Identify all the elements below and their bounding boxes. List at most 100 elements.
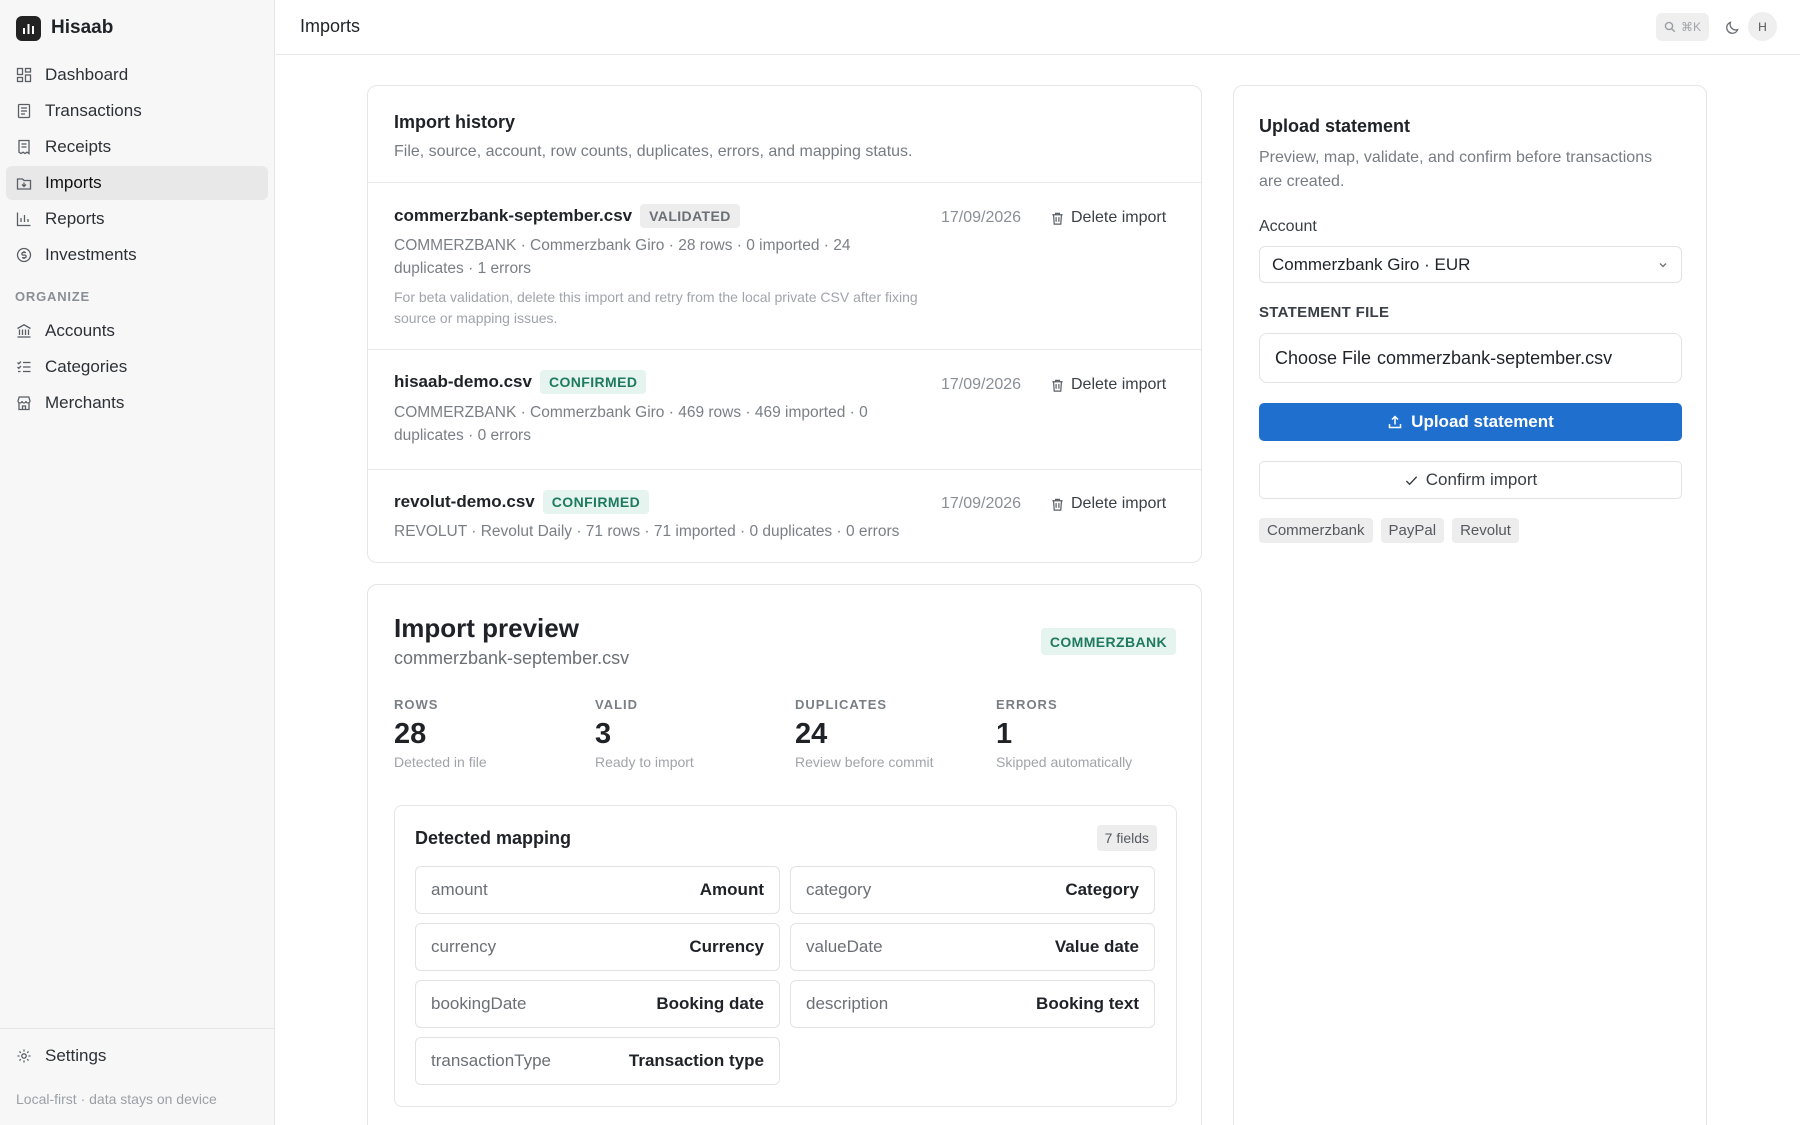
upload-icon [1388, 415, 1402, 429]
status-badge: CONFIRMED [539, 370, 647, 394]
upload-statement-subtitle: Preview, map, validate, and confirm befo… [1259, 149, 1653, 190]
import-file-name: commerzbank-september.csv [394, 206, 633, 225]
mapping-field: bookingDate Booking date [415, 980, 780, 1028]
stat-duplicates: DUPLICATES 24 Review before commit [795, 697, 985, 770]
import-date: 17/09/2026 [941, 376, 1022, 393]
sidebar-item-label: Dashboard [45, 65, 129, 84]
confirm-import-button[interactable]: Confirm import [1259, 461, 1682, 499]
import-history-subtitle: File, source, account, row counts, dupli… [394, 143, 913, 160]
import-row-title: commerzbank-september.csv VALIDATED [394, 204, 740, 228]
account-select-value: Commerzbank Giro · EUR [1272, 254, 1471, 274]
search-shortcut: ⌘K [1680, 20, 1701, 34]
sidebar-item-dashboard[interactable]: Dashboard [6, 58, 268, 92]
settings-nav: Settings [6, 1039, 268, 1075]
mapping-field: amount Amount [415, 866, 780, 914]
mapping-source: transactionType [431, 1051, 552, 1070]
avatar[interactable]: H [1748, 12, 1777, 41]
sidebar-item-receipts[interactable]: Receipts [6, 130, 268, 164]
import-row-title: hisaab-demo.csv CONFIRMED [394, 370, 647, 394]
sidebar-footer: Settings [0, 1028, 275, 1065]
stat-valid: VALID 3 Ready to import [595, 697, 785, 770]
search-button[interactable]: ⌘K [1656, 13, 1709, 41]
sidebar-item-settings[interactable]: Settings [6, 1039, 268, 1073]
detected-mapping-panel: Detected mapping 7 fields amount Amount … [394, 805, 1177, 1107]
dashboard-icon [16, 67, 32, 83]
trash-icon [1052, 379, 1063, 392]
delete-import-button[interactable]: Delete import [1050, 376, 1166, 394]
sidebar-item-label: Categories [45, 357, 128, 376]
source-chip-revolut[interactable]: Revolut [1452, 518, 1519, 543]
sidebar-item-label: Reports [45, 209, 105, 228]
stat-value: 24 [795, 718, 828, 750]
sidebar-item-label: Settings [45, 1046, 107, 1065]
import-preview-file: commerzbank-september.csv [394, 648, 630, 668]
theme-toggle-button[interactable] [1719, 14, 1745, 40]
dollar-circle-icon [16, 247, 32, 263]
import-date: 17/09/2026 [941, 495, 1022, 512]
gear-icon [17, 1049, 31, 1063]
stat-value: 28 [394, 718, 427, 750]
mapping-field: transactionType Transaction type [415, 1037, 780, 1085]
statement-file-label: STATEMENT FILE [1259, 304, 1390, 321]
sidebar-item-reports[interactable]: Reports [6, 202, 268, 236]
sidebar-item-transactions[interactable]: Transactions [6, 94, 268, 128]
sidebar-item-label: Receipts [45, 137, 112, 156]
main-nav: Dashboard Transactions Receipts Imports … [6, 58, 268, 274]
upload-statement-label: Upload statement [1411, 412, 1554, 431]
import-history-header: Import history File, source, account, ro… [394, 112, 912, 161]
choose-file-button[interactable]: Choose File [1275, 348, 1371, 369]
source-chip-paypal[interactable]: PayPal [1380, 518, 1445, 543]
import-history-card: Import history File, source, account, ro… [367, 85, 1202, 563]
mapping-source: category [806, 880, 872, 899]
mapping-target: Booking date [656, 994, 764, 1013]
source-chips: Commerzbank PayPal Revolut [1259, 518, 1519, 543]
delete-import-label: Delete import [1071, 209, 1167, 226]
organize-nav: Accounts Categories Merchants [6, 314, 268, 422]
sidebar-item-imports[interactable]: Imports [6, 166, 268, 200]
bar-chart-icon [16, 212, 31, 227]
delete-import-button[interactable]: Delete import [1050, 209, 1166, 227]
logo-icon [16, 15, 41, 41]
confirm-import-label: Confirm import [1425, 470, 1538, 489]
sidebar-item-categories[interactable]: Categories [6, 350, 268, 384]
mapping-source: amount [431, 880, 488, 899]
import-file-name: hisaab-demo.csv [394, 372, 532, 391]
page-title: Imports [300, 16, 361, 36]
import-preview-title: Import preview [394, 613, 579, 643]
statement-file-input[interactable]: Choose File commerzbank-september.csv [1259, 333, 1682, 383]
mapping-source: description [806, 994, 889, 1013]
sidebar-item-merchants[interactable]: Merchants [6, 386, 268, 420]
app-name: Hisaab [51, 17, 114, 38]
delete-import-button[interactable]: Delete import [1050, 495, 1166, 513]
brand[interactable]: Hisaab [16, 15, 113, 41]
import-date: 17/09/2026 [941, 209, 1022, 226]
stat-label: VALID [595, 697, 639, 712]
stat-hint: Skipped automatically [996, 754, 1133, 770]
source-chip-commerzbank[interactable]: Commerzbank [1259, 518, 1373, 543]
mapping-field: category Category [790, 866, 1155, 914]
import-row-meta: COMMERZBANK · Commerzbank Giro · 28 rows… [394, 237, 851, 277]
delete-import-label: Delete import [1071, 376, 1167, 393]
upload-statement-button[interactable]: Upload statement [1259, 403, 1682, 441]
bank-icon [17, 324, 31, 338]
stat-label: ERRORS [996, 697, 1058, 712]
sidebar-item-investments[interactable]: Investments [6, 238, 268, 272]
stat-hint: Detected in file [394, 754, 487, 770]
upload-statement-card: Upload statement Preview, map, validate,… [1233, 85, 1707, 1125]
import-history-title: Import history [394, 112, 516, 132]
import-row: revolut-demo.csv CONFIRMED REVOLUT · Rev… [368, 469, 1201, 562]
sidebar-item-accounts[interactable]: Accounts [6, 314, 268, 348]
mapping-source: currency [431, 937, 497, 956]
search-icon [1664, 21, 1676, 33]
mapping-field: currency Currency [415, 923, 780, 971]
import-icon [16, 178, 32, 190]
stat-hint: Ready to import [595, 754, 694, 770]
upload-statement-title: Upload statement [1259, 116, 1411, 136]
trash-icon [1052, 498, 1063, 511]
account-label: Account [1259, 218, 1317, 235]
account-select[interactable]: Commerzbank Giro · EUR [1259, 246, 1682, 283]
mapping-source: valueDate [806, 937, 883, 956]
source-badge: COMMERZBANK [1040, 628, 1176, 655]
status-badge: CONFIRMED [542, 490, 650, 514]
import-row-note: For beta validation, delete this import … [394, 289, 918, 326]
